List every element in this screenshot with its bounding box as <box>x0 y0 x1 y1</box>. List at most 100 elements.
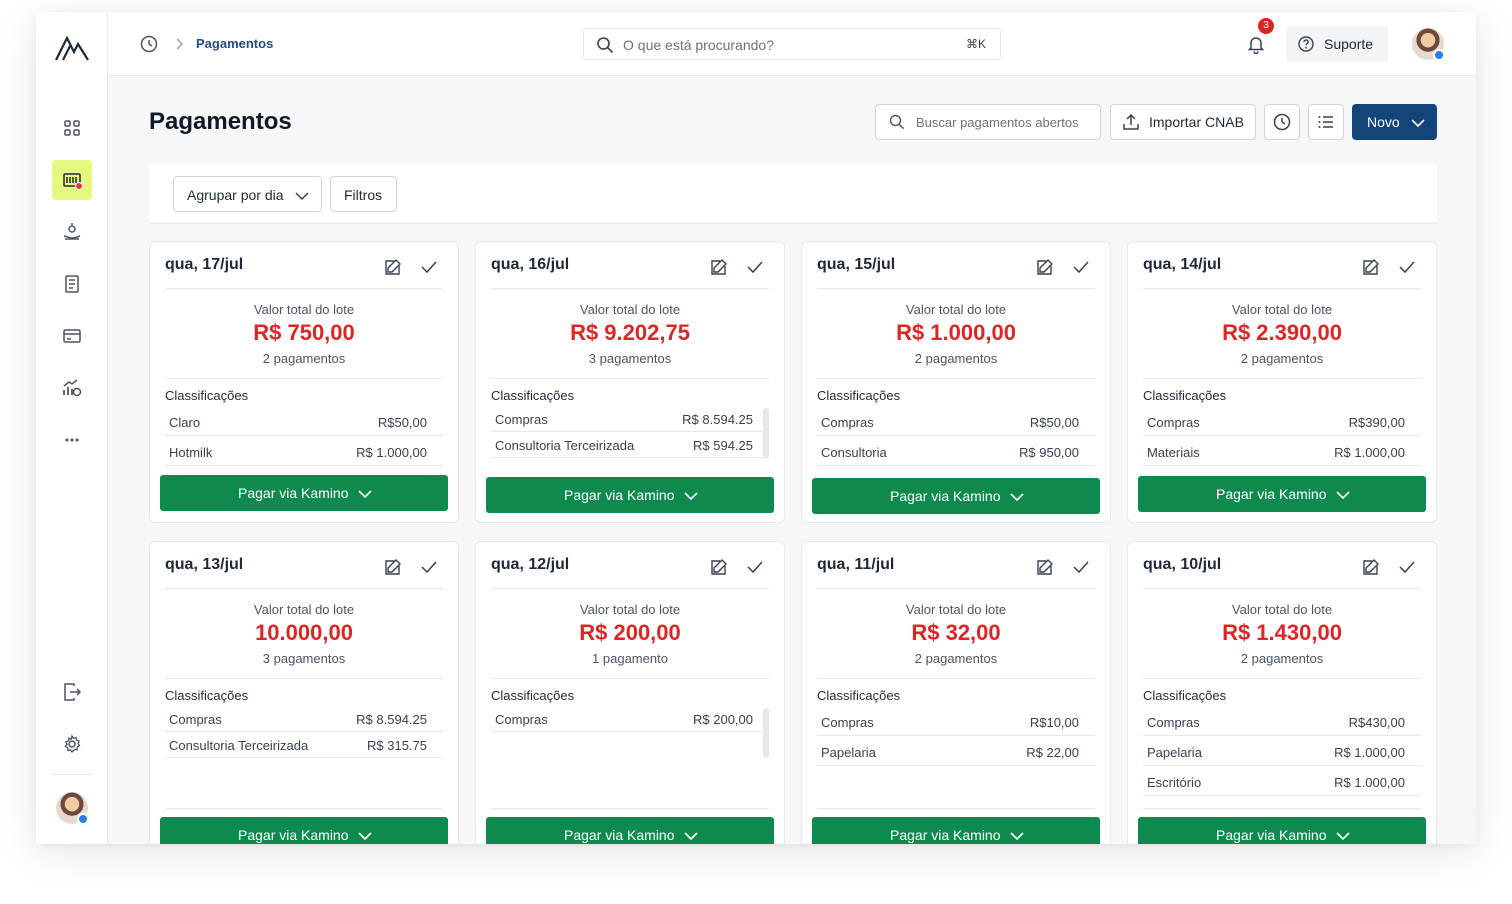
pay-label: Pagar via Kamino <box>238 827 349 843</box>
batch-total: R$ 32,00 <box>911 620 1001 645</box>
edit-icon[interactable] <box>1036 558 1054 576</box>
classification-value: R$ 14.25 <box>700 464 753 466</box>
open-payments-search-placeholder: Buscar pagamentos abertos <box>916 115 1079 130</box>
batch-date: qua, 12/jul <box>491 556 570 573</box>
logo <box>55 35 89 61</box>
classification-list[interactable]: Compras R$390,00 Materiais R$ 1.000,00 E… <box>1143 406 1421 466</box>
check-icon[interactable] <box>746 258 764 276</box>
classification-value: R$ 200,00 <box>693 712 753 727</box>
dashboard-icon <box>64 120 80 136</box>
scrollbar-thumb[interactable] <box>763 708 769 758</box>
divider <box>817 378 1095 379</box>
chevron-down-icon <box>684 832 698 841</box>
sidebar-item-dashboard[interactable] <box>52 108 92 148</box>
check-icon[interactable] <box>1072 558 1090 576</box>
edit-icon[interactable] <box>710 258 728 276</box>
total-label: Valor total do lote <box>905 602 1007 617</box>
divider <box>1143 808 1421 809</box>
payments-alert-dot <box>75 182 83 190</box>
sidebar-avatar[interactable] <box>56 792 89 825</box>
sidebar-item-investments[interactable] <box>52 368 92 408</box>
filters-button[interactable]: Filtros <box>330 176 397 212</box>
search-placeholder: O que está procurando? <box>623 37 774 53</box>
classification-value: R$ 1.000,00 <box>1334 745 1405 760</box>
classification-value: R$ 8.594.25 <box>356 712 427 727</box>
classification-row: Compras R$390,00 <box>1143 406 1421 436</box>
global-search-input[interactable]: O que está procurando? ⌘K <box>583 28 1001 60</box>
payment-count: 2 pagamentos <box>1240 651 1324 666</box>
check-icon[interactable] <box>746 558 764 576</box>
divider <box>817 678 1095 679</box>
bell-icon[interactable] <box>1246 34 1266 54</box>
classification-name: Compras <box>495 412 548 427</box>
support-button[interactable]: Suporte <box>1286 26 1388 62</box>
group-by-select[interactable]: Agrupar por dia <box>173 176 322 212</box>
payment-batch-card: qua, 10/jul Valor total do lote R$ 1.430… <box>1127 541 1437 844</box>
classification-value: R$50,00 <box>377 415 427 430</box>
pay-via-kamino-button[interactable]: Pagar via Kamino <box>812 478 1100 514</box>
sidebar-item-settings[interactable] <box>52 724 92 764</box>
edit-icon[interactable] <box>384 258 402 276</box>
classification-list[interactable]: Compras R$ 200,00 <box>491 706 769 766</box>
history-icon[interactable] <box>140 35 158 53</box>
classification-name: Papelaria <box>1147 745 1202 760</box>
pay-via-kamino-button[interactable]: Pagar via Kamino <box>812 817 1100 844</box>
classification-list[interactable]: Claro R$50,00 Hotmilk R$ 1.000,00 <box>165 406 443 466</box>
history-button[interactable] <box>1264 104 1300 140</box>
verified-icon <box>77 813 89 825</box>
classification-row: Manutenção Reparos e Concertos R$ 14.25 <box>491 458 769 466</box>
classification-row: Claro R$50,00 <box>165 406 443 436</box>
user-avatar[interactable] <box>1412 28 1445 61</box>
pay-via-kamino-button[interactable]: Pagar via Kamino <box>1138 817 1426 844</box>
sidebar-item-receivables[interactable] <box>52 212 92 252</box>
pay-via-kamino-button[interactable]: Pagar via Kamino <box>1138 476 1426 512</box>
edit-icon[interactable] <box>1036 258 1054 276</box>
pay-via-kamino-button[interactable]: Pagar via Kamino <box>160 475 448 511</box>
import-cnab-button[interactable]: Importar CNAB <box>1110 104 1256 140</box>
classification-list[interactable]: Compras R$ 8.594.25 Consultoria Terceiri… <box>491 406 769 466</box>
breadcrumb-current[interactable]: Pagamentos <box>196 36 273 51</box>
classification-name: Consultoria Terceirizada <box>169 738 309 753</box>
edit-icon[interactable] <box>710 558 728 576</box>
chevron-down-icon <box>1411 119 1425 128</box>
classification-list[interactable]: Compras R$10,00 Papelaria R$ 22,00 <box>817 706 1095 766</box>
classification-list[interactable]: Compras R$ 8.594.25 Consultoria Terceiri… <box>165 706 443 758</box>
classification-name: Compras <box>169 712 222 727</box>
divider <box>1143 288 1421 289</box>
open-payments-search-input[interactable]: Buscar pagamentos abertos <box>875 104 1101 140</box>
classification-value: R$ 594.25 <box>693 438 753 453</box>
pay-via-kamino-button[interactable]: Pagar via Kamino <box>486 817 774 844</box>
logout-icon <box>64 683 82 701</box>
classification-name: Compras <box>821 715 874 730</box>
sidebar-item-payments[interactable] <box>52 160 92 200</box>
classification-name: Materiais <box>1147 445 1200 460</box>
sidebar-item-more[interactable] <box>52 420 92 460</box>
check-icon[interactable] <box>1398 258 1416 276</box>
sidebar-item-reports[interactable] <box>52 264 92 304</box>
pay-via-kamino-button[interactable]: Pagar via Kamino <box>486 477 774 513</box>
sidebar-item-cards[interactable] <box>52 316 92 356</box>
check-icon[interactable] <box>1398 558 1416 576</box>
check-icon[interactable] <box>420 258 438 276</box>
check-icon[interactable] <box>1072 258 1090 276</box>
classification-list[interactable]: Compras R$430,00 Papelaria R$ 1.000,00 E… <box>1143 706 1421 796</box>
sidebar-item-logout[interactable] <box>52 672 92 712</box>
chevron-down-icon <box>358 490 372 499</box>
scrollbar-thumb[interactable] <box>763 408 769 458</box>
edit-icon[interactable] <box>1362 558 1380 576</box>
total-label: Valor total do lote <box>1231 302 1333 317</box>
check-icon[interactable] <box>420 558 438 576</box>
classification-row: Consultoria R$ 950,00 <box>817 436 1095 466</box>
edit-icon[interactable] <box>384 558 402 576</box>
page-title: Pagamentos <box>149 108 292 135</box>
divider <box>491 288 769 289</box>
list-view-button[interactable] <box>1308 104 1344 140</box>
classification-list[interactable]: Compras R$50,00 Consultoria R$ 950,00 <box>817 406 1095 466</box>
edit-icon[interactable] <box>1362 258 1380 276</box>
classifications-title: Classificações <box>491 688 575 703</box>
total-label: Valor total do lote <box>253 602 355 617</box>
pay-via-kamino-button[interactable]: Pagar via Kamino <box>160 817 448 844</box>
classifications-title: Classificações <box>817 688 901 703</box>
batch-date: qua, 11/jul <box>817 556 895 573</box>
new-button[interactable]: Novo <box>1352 104 1437 140</box>
